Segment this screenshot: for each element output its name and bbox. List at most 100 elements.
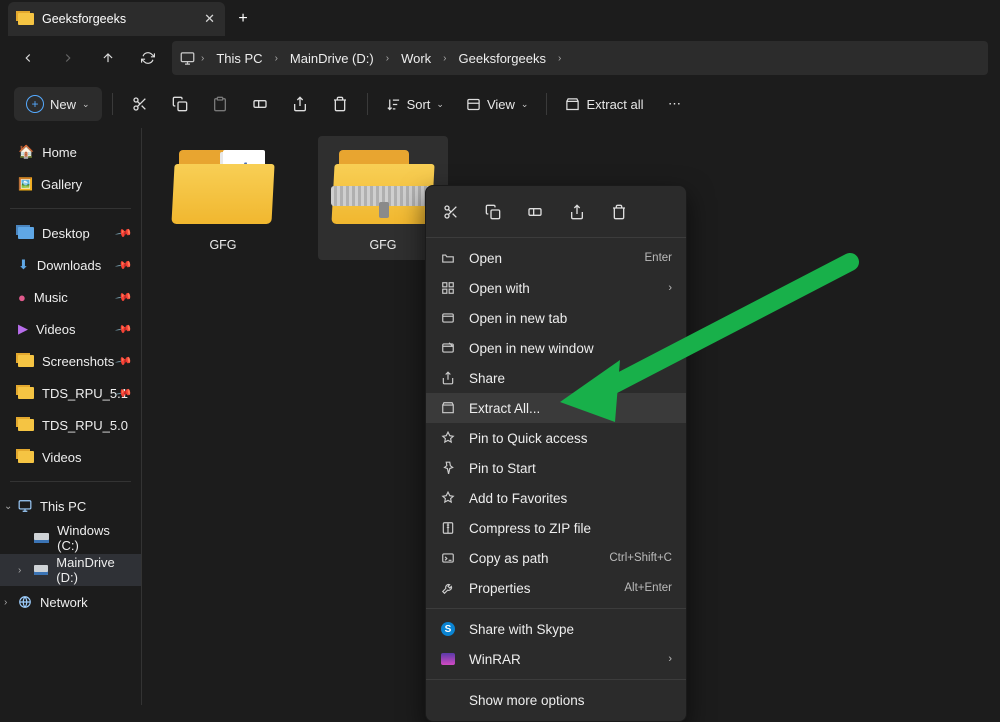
cm-pin-quick-access[interactable]: Pin to Quick access [426,423,686,453]
cm-compress-zip[interactable]: Compress to ZIP file [426,513,686,543]
copy-button[interactable] [163,87,197,121]
close-tab-icon[interactable]: ✕ [204,11,215,27]
sidebar-item-downloads[interactable]: ⬇ Downloads 📌 [0,249,141,281]
extract-all-button[interactable]: Extract all [557,87,651,121]
chevron-right-icon[interactable]: › [18,565,21,576]
context-menu-quick-actions [426,192,686,232]
cm-add-favorites[interactable]: Add to Favorites [426,483,686,513]
gallery-icon: 🖼️ [18,177,33,191]
nav-sidebar: 🏠 Home 🖼️ Gallery Desktop 📌 ⬇ Downloads … [0,128,142,705]
cm-open[interactable]: Open Enter [426,243,686,273]
file-item-folder[interactable]: A GFG [158,136,288,260]
path-icon [440,551,456,565]
sidebar-item-music[interactable]: ● Music 📌 [0,281,141,313]
address-bar: › This PC › MainDrive (D:) › Work › Geek… [0,36,1000,80]
star-icon [440,491,456,505]
delete-icon[interactable] [608,204,630,220]
window-tab[interactable]: Geeksforgeeks ✕ [8,2,225,36]
sidebar-item-videos[interactable]: ▶ Videos 📌 [0,313,141,345]
sidebar-item-tds0[interactable]: TDS_RPU_5.0 [0,409,141,441]
skype-icon: S [441,622,455,636]
command-bar: + New ⌄ Sort ⌄ View ⌄ Extract all ⋯ [0,80,1000,128]
fonts-folder-icon: A [173,146,273,224]
context-menu: Open Enter Open with › Open in new tab O… [425,185,687,722]
cut-button[interactable] [123,87,157,121]
back-button[interactable] [12,42,44,74]
up-button[interactable] [92,42,124,74]
folder-icon [18,451,34,463]
folder-icon [18,13,34,25]
extract-icon [440,401,456,415]
crumb-current[interactable]: Geeksforgeeks [453,51,552,66]
home-icon: 🏠 [18,144,34,160]
crumb-work[interactable]: Work [395,51,437,66]
sidebar-item-thispc[interactable]: ⌄ This PC [0,490,141,522]
videos-icon: ▶ [18,321,28,337]
copy-icon[interactable] [482,204,504,220]
cm-properties[interactable]: Properties Alt+Enter [426,573,686,603]
cm-winrar[interactable]: WinRAR › [426,644,686,674]
chevron-right-icon: › [668,653,672,665]
drive-icon [34,565,48,575]
folder-icon [18,419,34,431]
cut-icon[interactable] [440,204,462,220]
pin-icon [440,431,456,445]
cm-show-more-options[interactable]: Show more options [426,685,686,715]
sidebar-item-gallery[interactable]: 🖼️ Gallery [0,168,141,200]
cm-extract-all[interactable]: Extract All... [426,393,686,423]
pin-icon [440,461,456,475]
cm-open-new-window[interactable]: Open in new window [426,333,686,363]
open-icon [440,251,456,265]
share-icon-button[interactable] [283,87,317,121]
new-tab-button[interactable]: + [225,2,261,36]
sort-button[interactable]: Sort ⌄ [378,87,452,121]
sidebar-item-desktop[interactable]: Desktop 📌 [0,217,141,249]
window-icon [440,341,456,355]
plus-icon: + [26,95,44,113]
new-button[interactable]: + New ⌄ [14,87,102,121]
cm-open-new-tab[interactable]: Open in new tab [426,303,686,333]
rename-icon[interactable] [524,204,546,220]
chevron-right-icon[interactable]: › [4,597,7,608]
cm-share[interactable]: Share [426,363,686,393]
chevron-down-icon[interactable]: ⌄ [4,501,12,512]
tab-icon [440,311,456,325]
music-icon: ● [18,290,26,305]
desktop-icon [18,227,34,239]
cm-share-skype[interactable]: S Share with Skype [426,614,686,644]
more-button[interactable]: ⋯ [658,87,692,121]
share-icon[interactable] [566,204,588,220]
breadcrumb[interactable]: › This PC › MainDrive (D:) › Work › Geek… [172,41,988,75]
chevron-right-icon: › [199,53,206,64]
share-icon [440,371,456,385]
zip-folder-icon [333,146,433,224]
sidebar-item-windows-c[interactable]: Windows (C:) [0,522,141,554]
downloads-icon: ⬇ [18,257,29,273]
forward-button[interactable] [52,42,84,74]
rename-button[interactable] [243,87,277,121]
sidebar-item-screenshots[interactable]: Screenshots 📌 [0,345,141,377]
sidebar-item-tds1[interactable]: TDS_RPU_5.1 📌 [0,377,141,409]
open-with-icon [440,281,456,295]
cm-copy-path[interactable]: Copy as path Ctrl+Shift+C [426,543,686,573]
drive-icon [34,533,49,543]
view-button[interactable]: View ⌄ [458,87,537,121]
cm-pin-start[interactable]: Pin to Start [426,453,686,483]
pin-icon: 📌 [115,224,134,243]
crumb-drive[interactable]: MainDrive (D:) [284,51,380,66]
refresh-button[interactable] [132,42,164,74]
pc-icon [180,51,195,66]
tab-title: Geeksforgeeks [42,12,196,26]
sidebar-item-home[interactable]: 🏠 Home [0,136,141,168]
sidebar-item-maindrive-d[interactable]: › MainDrive (D:) [0,554,141,586]
paste-button[interactable] [203,87,237,121]
title-bar: Geeksforgeeks ✕ + [0,0,1000,36]
network-icon [18,595,32,609]
delete-button[interactable] [323,87,357,121]
crumb-thispc[interactable]: This PC [210,51,268,66]
chevron-down-icon: ⌄ [82,99,90,110]
sidebar-item-network[interactable]: › Network [0,586,141,618]
sidebar-item-videos2[interactable]: Videos [0,441,141,473]
cm-open-with[interactable]: Open with › [426,273,686,303]
pc-icon [18,499,32,513]
